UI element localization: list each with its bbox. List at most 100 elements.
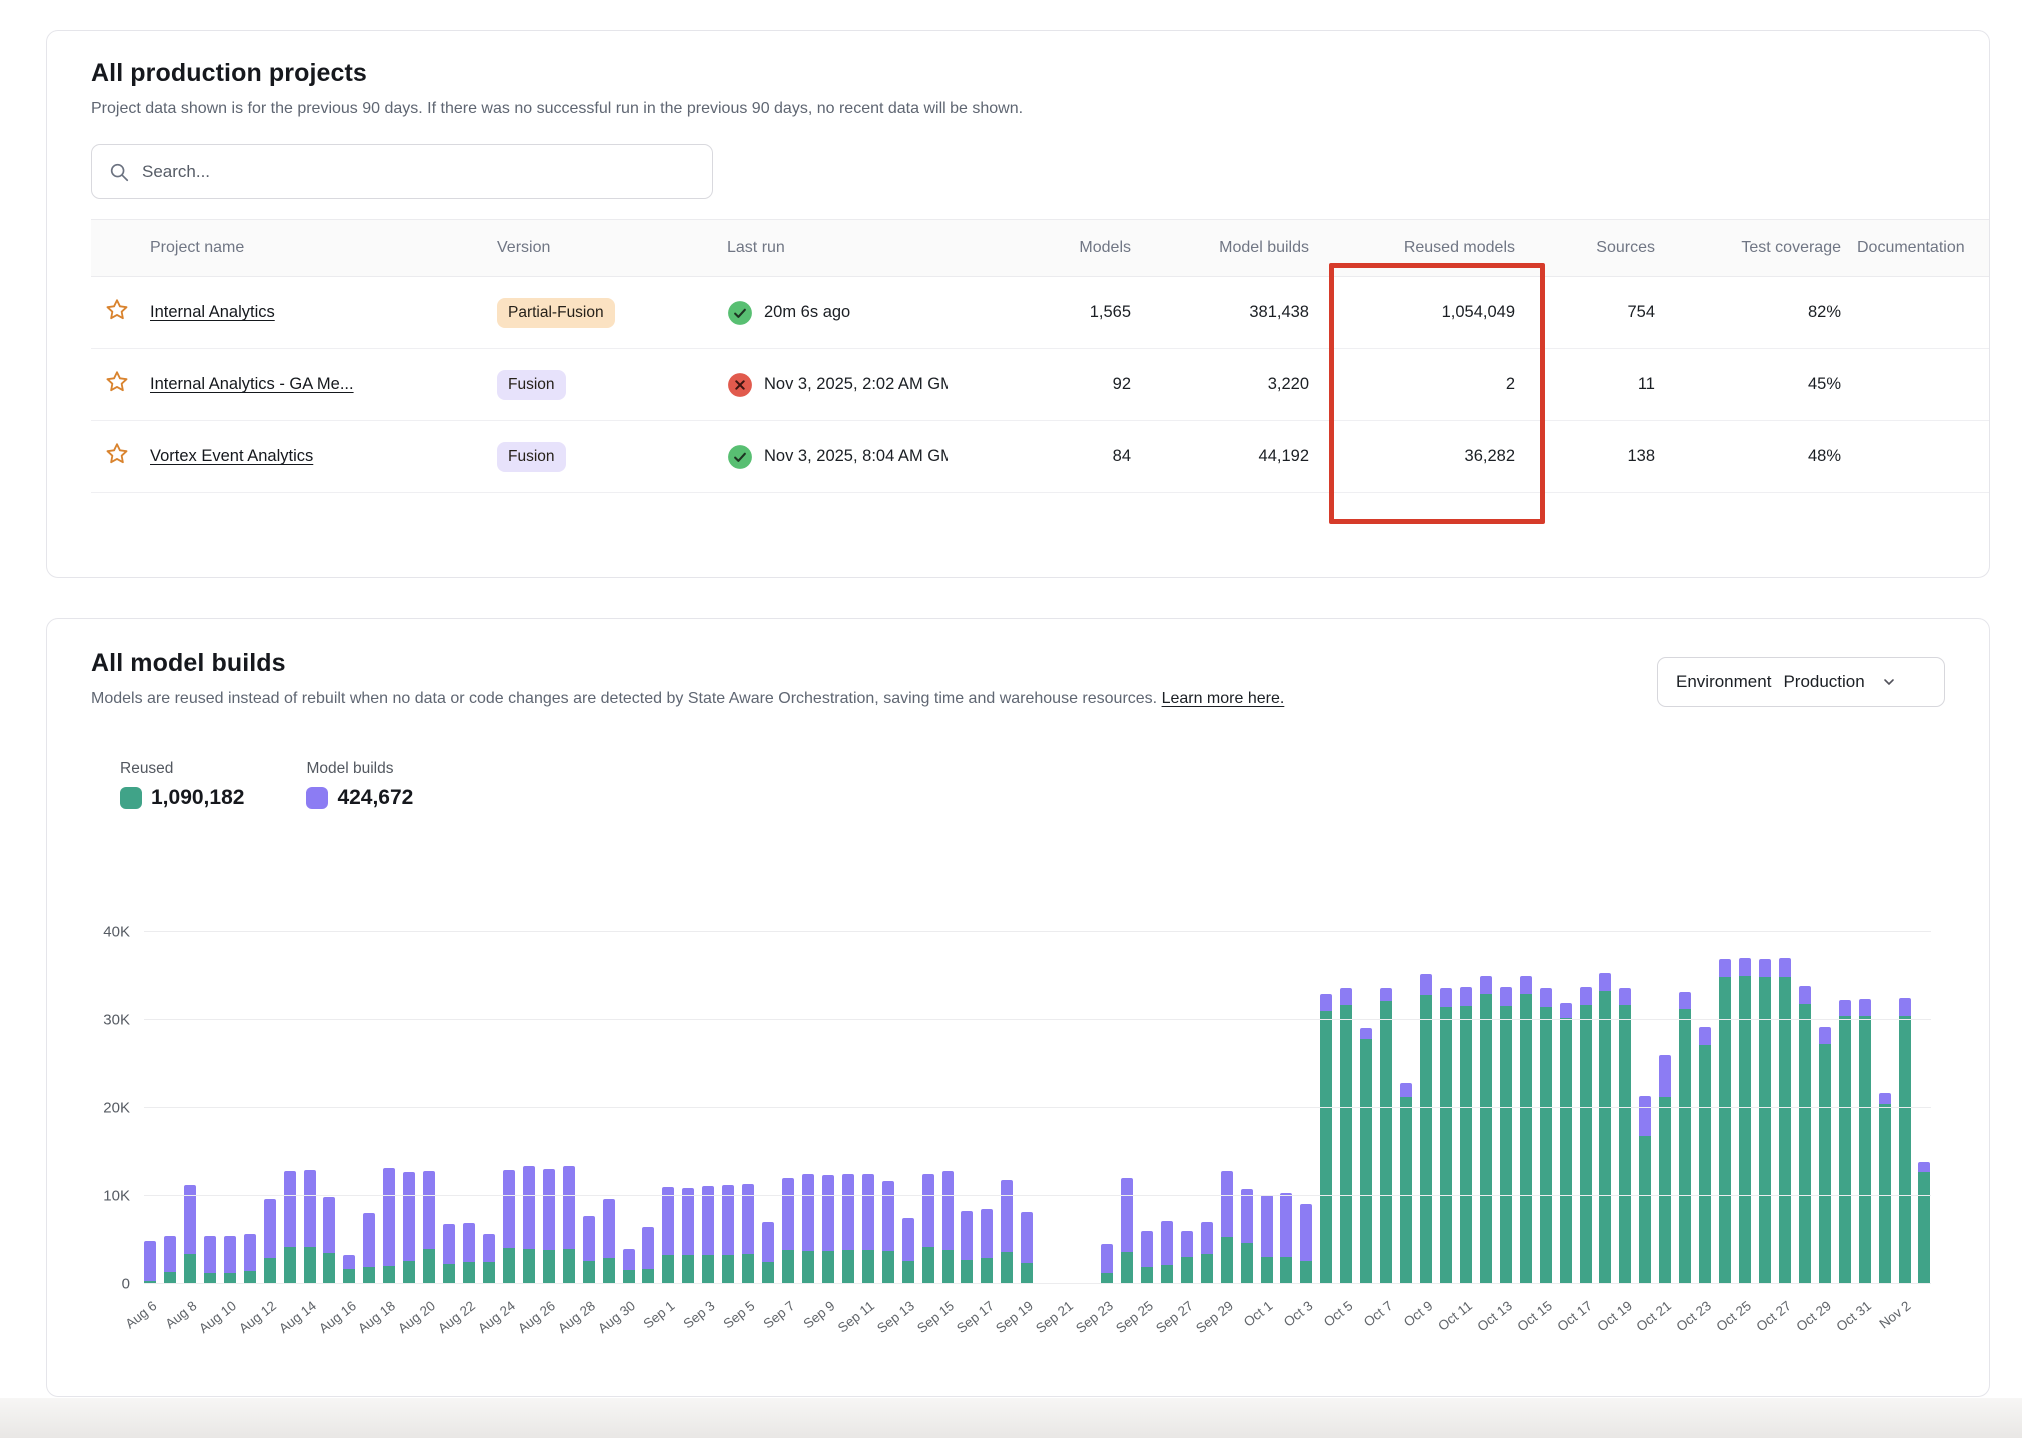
model-builds-segment xyxy=(1759,959,1771,977)
production-projects-card: All production projects Project data sho… xyxy=(46,30,1990,578)
legend-value: 424,672 xyxy=(337,786,413,810)
gridline xyxy=(144,1283,1931,1284)
bar xyxy=(1679,932,1691,1284)
bar: Aug 26 xyxy=(543,932,555,1284)
reused-segment xyxy=(842,1250,854,1284)
model-builds-segment xyxy=(1021,1212,1033,1263)
bar xyxy=(882,932,894,1284)
gridline xyxy=(144,1019,1931,1020)
reused-segment xyxy=(1679,1009,1691,1284)
bar: Oct 7 xyxy=(1380,932,1392,1284)
bar: Nov 2 xyxy=(1899,932,1911,1284)
x-axis-tick-label: Sep 7 xyxy=(760,1298,797,1332)
y-axis-tick-label: 30K xyxy=(103,1012,130,1029)
model-builds-segment xyxy=(244,1234,256,1271)
reused-segment xyxy=(822,1251,834,1284)
model-builds-segment xyxy=(922,1174,934,1247)
bar xyxy=(323,932,335,1284)
bar xyxy=(443,932,455,1284)
model-builds-segment xyxy=(1121,1178,1133,1252)
x-axis-tick-label: Aug 30 xyxy=(595,1298,638,1336)
x-axis-tick-label: Oct 15 xyxy=(1514,1298,1555,1334)
run-status-icon xyxy=(727,444,753,470)
bar: Sep 13 xyxy=(902,932,914,1284)
reused-segment xyxy=(1380,1001,1392,1284)
reused-segment xyxy=(304,1247,316,1284)
reused-segment xyxy=(503,1248,515,1284)
bar xyxy=(523,932,535,1284)
table-row: Internal Analytics - GA Me... Fusion Nov… xyxy=(91,349,1990,421)
reused-segment xyxy=(1520,994,1532,1284)
project-link[interactable]: Vortex Event Analytics xyxy=(150,447,313,465)
model-builds-segment xyxy=(1181,1231,1193,1257)
reused-segment xyxy=(1659,1097,1671,1284)
bar xyxy=(1879,932,1891,1284)
bar xyxy=(483,932,495,1284)
last-run-text: Nov 3, 2025, 2:02 AM GMT xyxy=(764,375,948,394)
bar xyxy=(1001,932,1013,1284)
reused-segment xyxy=(443,1264,455,1284)
x-axis-tick-label: Oct 25 xyxy=(1714,1298,1755,1334)
bar xyxy=(1440,932,1452,1284)
reused-segment xyxy=(1241,1243,1253,1284)
reused-segment xyxy=(1261,1257,1273,1284)
model-builds-value: 44,192 xyxy=(1139,421,1317,493)
sources-value: 754 xyxy=(1523,277,1663,349)
bar xyxy=(1759,932,1771,1284)
model-builds-segment xyxy=(961,1211,973,1260)
model-builds-segment xyxy=(1420,974,1432,995)
x-axis-tick-label: Oct 23 xyxy=(1674,1298,1715,1334)
model-builds-segment xyxy=(1639,1096,1651,1136)
reused-segment xyxy=(463,1262,475,1284)
builds-title: All model builds xyxy=(91,649,1284,678)
model-builds-segment xyxy=(164,1236,176,1272)
model-builds-segment xyxy=(1679,992,1691,1009)
model-builds-segment xyxy=(1619,988,1631,1005)
bar: Sep 27 xyxy=(1181,932,1193,1284)
x-axis-tick-label: Oct 3 xyxy=(1281,1298,1316,1330)
reused-segment xyxy=(1699,1045,1711,1284)
environment-select[interactable]: Environment Production xyxy=(1657,657,1945,707)
reused-segment xyxy=(1181,1257,1193,1284)
bar xyxy=(363,932,375,1284)
favorite-star-icon[interactable] xyxy=(104,441,130,467)
x-axis-tick-label: Oct 19 xyxy=(1594,1298,1635,1334)
reused-segment xyxy=(1141,1267,1153,1284)
favorite-star-icon[interactable] xyxy=(104,369,130,395)
model-builds-segment xyxy=(1659,1055,1671,1097)
reused-segment xyxy=(1161,1265,1173,1284)
reused-segment xyxy=(961,1260,973,1284)
bar xyxy=(1121,932,1133,1284)
reused-segment xyxy=(1540,1007,1552,1284)
model-builds-segment xyxy=(1280,1193,1292,1256)
model-builds-segment xyxy=(1899,998,1911,1016)
test-coverage-value: 82% xyxy=(1663,277,1849,349)
bar: Oct 5 xyxy=(1340,932,1352,1284)
bar: Oct 21 xyxy=(1659,932,1671,1284)
search-input[interactable] xyxy=(142,162,696,182)
project-link[interactable]: Internal Analytics - GA Me... xyxy=(150,375,354,393)
model-builds-segment xyxy=(782,1178,794,1249)
run-status-icon xyxy=(727,300,753,326)
learn-more-link[interactable]: Learn more here. xyxy=(1162,690,1285,707)
x-axis-tick-label: Oct 1 xyxy=(1241,1298,1276,1330)
reused-segment xyxy=(483,1262,495,1284)
dashboard-page: All production projects Project data sho… xyxy=(0,0,2022,1438)
model-builds-segment xyxy=(1320,994,1332,1012)
reused-segment xyxy=(942,1250,954,1284)
x-axis-tick-label: Sep 3 xyxy=(680,1298,717,1332)
bar xyxy=(403,932,415,1284)
reused-segment xyxy=(1819,1044,1831,1284)
reused-segment xyxy=(1859,1016,1871,1284)
model-builds-segment xyxy=(1161,1221,1173,1265)
favorite-star-icon[interactable] xyxy=(104,297,130,323)
project-link[interactable]: Internal Analytics xyxy=(150,303,275,321)
reused-models-value: 1,054,049 xyxy=(1317,277,1523,349)
model-builds-segment xyxy=(1918,1162,1930,1173)
bar: Oct 13 xyxy=(1500,932,1512,1284)
model-builds-segment xyxy=(822,1175,834,1251)
projects-title: All production projects xyxy=(91,59,1945,88)
legend-item-reused: Reused 1,090,182 xyxy=(120,760,244,810)
bar xyxy=(1280,932,1292,1284)
model-builds-segment xyxy=(1859,999,1871,1016)
